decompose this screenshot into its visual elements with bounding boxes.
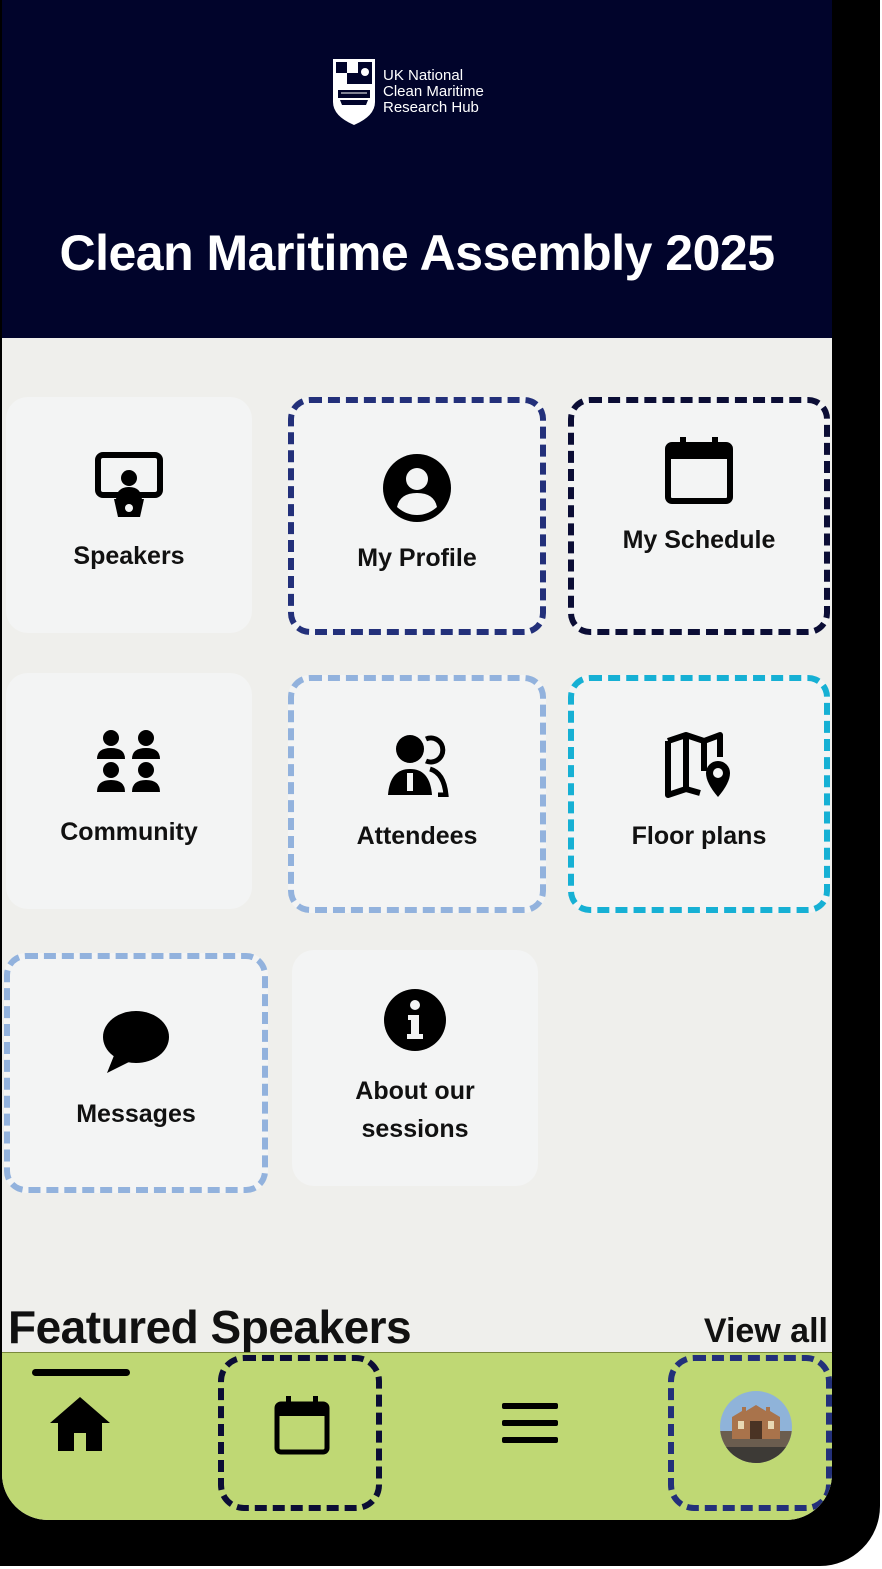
nav-profile[interactable] [668, 1355, 832, 1511]
presenter-icon [95, 452, 163, 517]
user-circle-icon [383, 454, 451, 522]
tile-about-sessions[interactable]: About our sessions [292, 950, 538, 1186]
home-icon [50, 1397, 110, 1451]
tile-label: My Schedule [622, 526, 776, 554]
bottom-nav [2, 1352, 832, 1520]
tile-label: Attendees [356, 822, 478, 850]
tile-label: About our sessions [355, 1077, 475, 1143]
nav-menu[interactable] [502, 1401, 558, 1450]
tile-label: My Profile [357, 544, 477, 572]
phone-frame: UK National Clean Maritime Research Hub … [0, 0, 880, 1566]
logo-text: UK National Clean Maritime Research Hub [383, 68, 484, 116]
tile-messages[interactable]: Messages [4, 953, 268, 1193]
tile-my-profile[interactable]: My Profile [288, 397, 546, 635]
attendees-icon [388, 735, 449, 797]
tile-my-schedule[interactable]: My Schedule [568, 397, 830, 635]
header: UK National Clean Maritime Research Hub … [2, 0, 832, 338]
tile-attendees[interactable]: Attendees [288, 675, 546, 913]
nav-schedule[interactable] [218, 1355, 382, 1511]
nav-home[interactable] [48, 1393, 112, 1458]
tile-label: Messages [76, 1100, 196, 1128]
logo-line-3: Research Hub [383, 99, 479, 116]
calendar-icon [274, 1396, 330, 1455]
hub-logo: UK National Clean Maritime Research Hub [332, 58, 484, 126]
tile-community[interactable]: Community [6, 673, 252, 909]
tile-speakers[interactable]: Speakers [6, 397, 252, 633]
app-screen: UK National Clean Maritime Research Hub … [2, 0, 832, 1520]
avatar [720, 1391, 792, 1463]
people-group-icon [97, 730, 160, 792]
logo-line-2: Clean Maritime [383, 83, 484, 100]
tile-floor-plans[interactable]: Floor plans [568, 675, 830, 913]
chat-bubble-icon [103, 1011, 169, 1073]
tile-label: Floor plans [631, 822, 767, 850]
featured-speakers-heading: Featured Speakers [8, 1301, 412, 1353]
tile-label: Community [60, 818, 198, 846]
logo-line-1: UK National [383, 67, 464, 84]
calendar-icon [665, 437, 733, 504]
active-indicator [32, 1369, 130, 1376]
shield-logo-icon [333, 59, 375, 125]
avatar-photo [720, 1391, 792, 1463]
view-all-link[interactable]: View all [704, 1312, 828, 1351]
map-pin-icon [665, 732, 730, 798]
menu-icon [502, 1403, 558, 1443]
tile-label: Speakers [73, 542, 185, 570]
info-icon [384, 989, 446, 1051]
page-title: Clean Maritime Assembly 2025 [59, 225, 775, 281]
